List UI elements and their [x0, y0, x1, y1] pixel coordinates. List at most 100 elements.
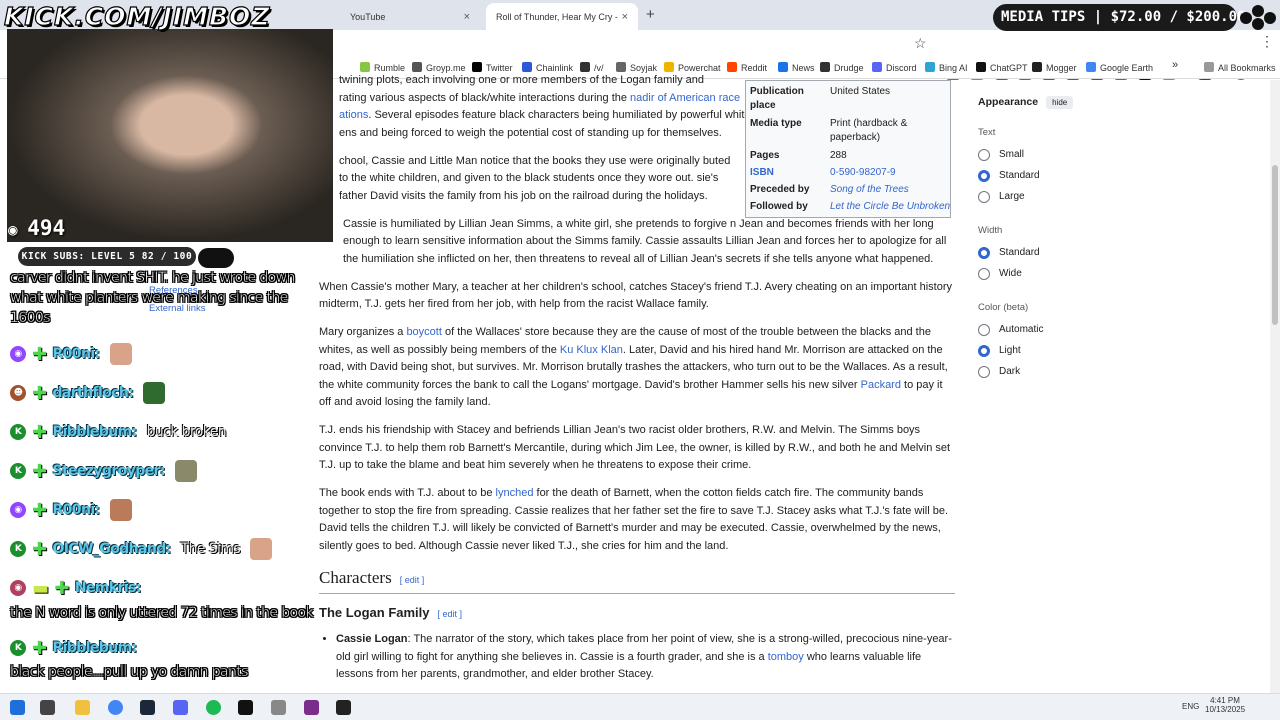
edit-link[interactable]: [ edit ] — [438, 609, 463, 619]
terminal-icon[interactable] — [238, 700, 253, 715]
link-relations[interactable]: ations — [339, 109, 368, 121]
link-nadir[interactable]: nadir of American race — [630, 92, 740, 104]
media-tips-bar: MEDIA TIPS | $72.00 / $200.00 — [993, 4, 1245, 31]
emote-icon — [250, 538, 273, 560]
close-icon[interactable]: × — [464, 11, 470, 23]
radio-button[interactable] — [978, 267, 990, 280]
task-view-icon[interactable] — [40, 700, 55, 715]
hide-button[interactable]: hide — [1046, 96, 1074, 109]
clock[interactable]: 4:41 PM 10/13/2025 — [1205, 696, 1245, 714]
plus-icon: ✚ — [54, 577, 69, 599]
chat-badge: ◉ — [10, 502, 26, 518]
tab-youtube[interactable]: YouTube × — [340, 3, 480, 30]
bookmarks-overflow[interactable]: » — [1172, 59, 1178, 71]
radio-button[interactable] — [978, 365, 990, 378]
bookmark-google-earth[interactable]: Google Earth — [1086, 62, 1153, 73]
chat-line: ◉ ▬ ✚ Nemkris: — [10, 577, 141, 599]
tab-youtube-label: YouTube — [350, 11, 386, 22]
tab-wikipedia-label: Roll of Thunder, Hear My Cry - — [496, 11, 618, 22]
edit-link[interactable]: [ edit ] — [400, 575, 425, 585]
all-bookmarks[interactable]: All Bookmarks — [1204, 62, 1276, 73]
bookmark-chatgpt[interactable]: ChatGPT — [976, 62, 1028, 73]
emote-icon — [174, 460, 197, 482]
radio-label: Dark — [999, 366, 1021, 377]
obs-icon[interactable] — [336, 700, 351, 715]
scrollbar-thumb[interactable] — [1272, 165, 1278, 325]
plus-icon: ✚ — [32, 499, 47, 521]
chat-username: darthfloch: — [52, 385, 134, 401]
language-indicator[interactable]: ENG — [1182, 702, 1199, 711]
infobox-value: 288 — [830, 150, 847, 161]
color-option-light[interactable]: Light — [978, 340, 1138, 361]
app-icon[interactable] — [271, 700, 286, 715]
color-option-automatic[interactable]: Automatic — [978, 319, 1138, 340]
bookmark-icon — [872, 62, 882, 72]
chat-badge: K — [10, 463, 26, 479]
heading-text: Characters — [319, 568, 392, 587]
text: . Several episodes feature black charact… — [368, 109, 751, 121]
plus-icon: ✚ — [32, 382, 47, 404]
bookmark-icon — [616, 62, 626, 72]
close-icon[interactable]: × — [622, 11, 628, 23]
radio-label: Automatic — [999, 324, 1044, 335]
radio-label: Large — [999, 191, 1025, 202]
app-icon[interactable] — [304, 700, 319, 715]
preceded-link[interactable]: Song of the Trees — [830, 183, 950, 197]
followed-link[interactable]: Let the Circle Be Unbroken — [830, 200, 954, 214]
chat-badge: K — [10, 541, 26, 557]
taskbar: ENG 4:41 PM 10/13/2025 — [0, 693, 1280, 720]
radio-button[interactable] — [978, 246, 990, 259]
chat-message-text: the N word is only uttered 72 times in t… — [10, 605, 314, 622]
new-tab-button[interactable]: + — [646, 6, 655, 23]
text: The book ends with T.J. about to be — [319, 487, 496, 499]
emote-icon — [109, 499, 132, 521]
channel-logo: KICK.COM/JIMBOZ — [3, 1, 271, 31]
color-option-dark[interactable]: Dark — [978, 361, 1138, 382]
radio-button[interactable] — [978, 148, 990, 161]
chrome-icon[interactable] — [108, 700, 123, 715]
chat-badge: ◉ — [10, 346, 26, 362]
text: Mary organizes a — [319, 326, 407, 338]
bookmark-mogger[interactable]: Mogger — [1032, 62, 1077, 73]
link-tomboy[interactable]: tomboy — [768, 651, 804, 663]
eye-icon: ◉ — [8, 220, 28, 239]
bookmark-icon — [925, 62, 935, 72]
bookmark-label: Google Earth — [1100, 63, 1154, 73]
radio-button[interactable] — [978, 169, 990, 182]
bookmark-icon — [412, 62, 422, 72]
infobox-label: Followed by — [750, 201, 808, 212]
link-packard[interactable]: Packard — [861, 379, 901, 391]
infobox-label: Media type — [750, 118, 802, 129]
chat-badge: K — [10, 640, 26, 656]
text-option-small[interactable]: Small — [978, 144, 1138, 165]
chat-username: Ribblebum: — [52, 640, 137, 656]
file-explorer-icon[interactable] — [75, 700, 90, 715]
radio-button[interactable] — [978, 344, 990, 357]
radio-button[interactable] — [978, 323, 990, 336]
width-option-wide[interactable]: Wide — [978, 263, 1138, 284]
radio-button[interactable] — [978, 190, 990, 203]
spotify-icon[interactable] — [206, 700, 221, 715]
text: twining plots, each involving one or mor… — [339, 74, 705, 86]
link-boycott[interactable]: boycott — [406, 326, 441, 338]
scrollbar[interactable] — [1270, 80, 1280, 693]
subsection-heading-logan-family: The Logan Family [ edit ] — [319, 604, 955, 624]
discord-icon[interactable] — [173, 700, 188, 715]
width-option-standard[interactable]: Standard — [978, 242, 1138, 263]
chat-message: buck broken — [146, 424, 227, 440]
text-option-large[interactable]: Large — [978, 186, 1138, 207]
menu-icon[interactable]: ⋮ — [1260, 33, 1274, 50]
isbn-link[interactable]: ISBN — [750, 166, 826, 180]
isbn-value-link[interactable]: 0-590-98207-9 — [830, 166, 950, 180]
star-icon[interactable]: ☆ — [914, 35, 927, 52]
text-option-standard[interactable]: Standard — [978, 165, 1138, 186]
tab-wikipedia[interactable]: Roll of Thunder, Hear My Cry - × — [486, 3, 638, 30]
color-label: Color (beta) — [978, 302, 1029, 313]
link-kkk[interactable]: Ku Klux Klan — [560, 344, 623, 356]
chat-username: R00ni: — [52, 502, 100, 518]
steam-icon[interactable] — [140, 700, 155, 715]
bookmark-label: ChatGPT — [990, 63, 1028, 73]
emote-icon — [109, 343, 132, 365]
windows-start-icon[interactable] — [10, 700, 25, 715]
link-lynched[interactable]: lynched — [496, 487, 534, 499]
